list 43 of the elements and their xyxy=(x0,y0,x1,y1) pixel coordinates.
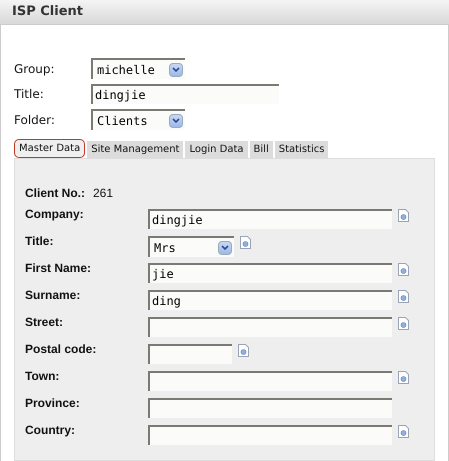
field-label: Postal code: xyxy=(25,342,98,356)
dropdown-arrow-icon[interactable] xyxy=(169,114,183,128)
tab[interactable]: Login Data xyxy=(185,141,248,158)
info-document-icon[interactable] xyxy=(240,236,251,249)
info-document-icon[interactable] xyxy=(398,317,409,330)
field-label: Province: xyxy=(25,396,81,410)
info-document-icon[interactable] xyxy=(398,209,409,222)
tab[interactable]: Bill xyxy=(250,141,273,158)
tab[interactable]: Site Management xyxy=(87,141,184,158)
dropdown[interactable]: Mrs xyxy=(148,236,234,257)
field-label: Client No.: xyxy=(25,185,85,202)
dropdown[interactable]: michelle xyxy=(91,58,185,79)
info-document-icon[interactable] xyxy=(398,290,409,303)
input-field[interactable]: jie xyxy=(148,263,392,283)
input-field[interactable]: dingjie xyxy=(91,84,279,104)
field-label: Title: xyxy=(25,234,54,248)
input-field[interactable] xyxy=(148,371,392,391)
field-label: Company: xyxy=(25,207,85,221)
tab[interactable]: Statistics xyxy=(274,141,328,158)
field-label: Street: xyxy=(25,315,64,329)
info-document-icon[interactable] xyxy=(238,344,249,357)
client-number: 261 xyxy=(93,185,114,202)
info-document-icon[interactable] xyxy=(398,425,409,438)
input-field[interactable] xyxy=(148,398,392,418)
input-field[interactable] xyxy=(148,344,232,364)
tab[interactable]: Master Data xyxy=(14,139,86,158)
dropdown-arrow-icon[interactable] xyxy=(169,62,183,76)
info-document-icon[interactable] xyxy=(398,371,409,384)
input-field[interactable]: dingjie xyxy=(148,209,392,229)
field-label: Country: xyxy=(25,423,76,437)
input-field[interactable] xyxy=(148,425,392,445)
field-label: Surname: xyxy=(25,288,82,302)
input-field[interactable] xyxy=(148,317,392,337)
window-title: ISP Client xyxy=(12,3,83,22)
field-label: Folder: xyxy=(14,112,56,128)
field-label: First Name: xyxy=(25,261,92,275)
dropdown[interactable]: Clients xyxy=(91,109,185,130)
dropdown-arrow-icon[interactable] xyxy=(218,240,232,254)
field-label: Town: xyxy=(25,369,60,383)
input-field[interactable]: ding xyxy=(148,290,392,310)
field-label: Group: xyxy=(14,60,56,78)
field-label: Title: xyxy=(14,86,45,103)
info-document-icon[interactable] xyxy=(398,263,409,276)
